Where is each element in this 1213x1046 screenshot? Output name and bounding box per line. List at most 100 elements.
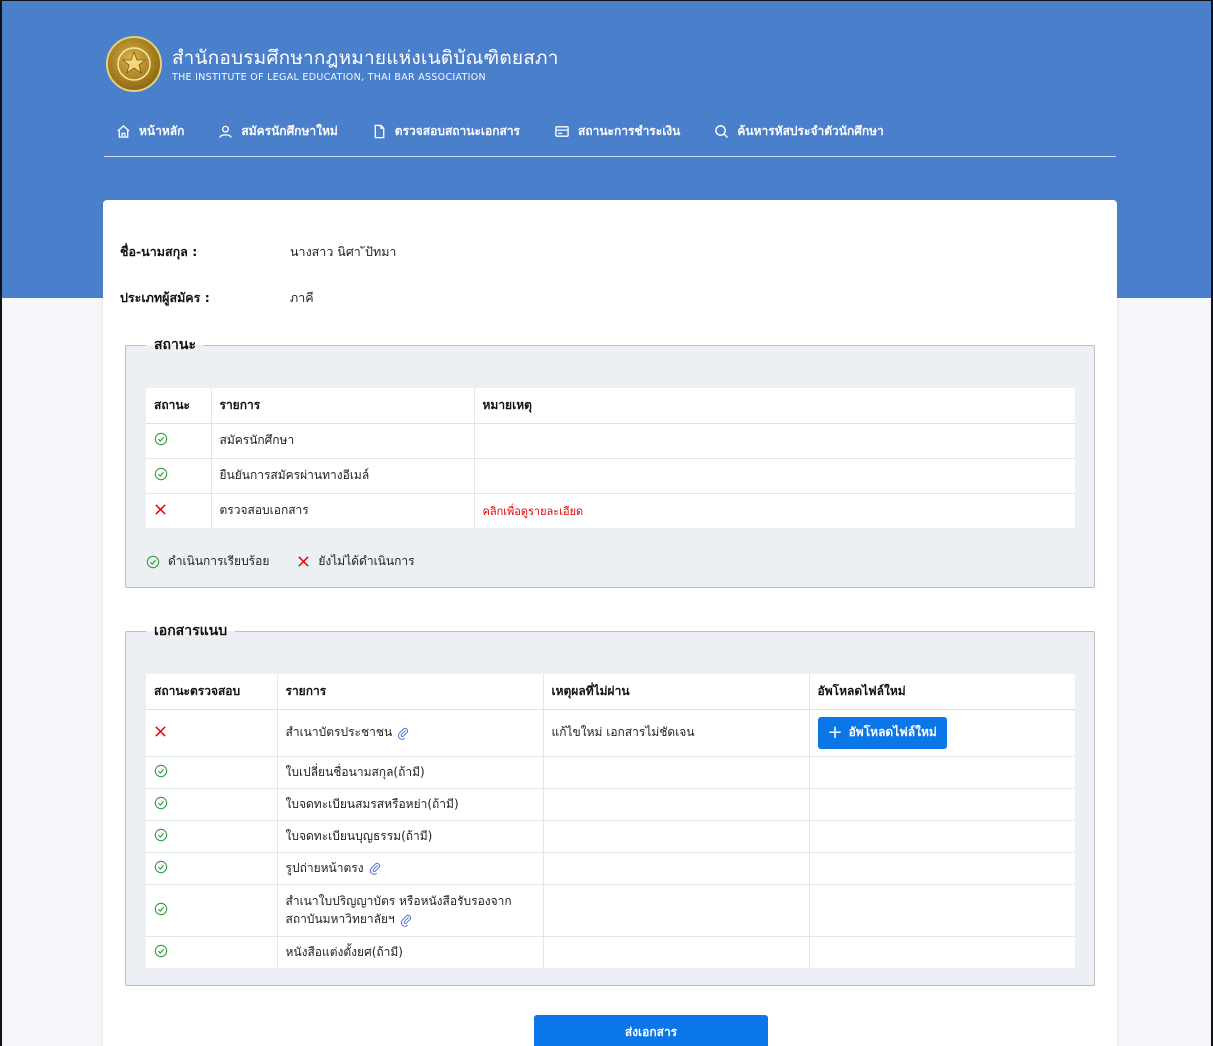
status-cell (146, 492, 211, 528)
brand[interactable]: สำนักอบรมศึกษากฎหมายแห่งเนติบัณฑิตยสภา T… (106, 36, 559, 92)
plus-icon: + (827, 721, 843, 743)
table-row: หนังสือแต่งตั้งยศ(ถ้ามี) (146, 935, 1075, 968)
att-col-reason: เหตุผลที่ไม่ผ่าน (542, 674, 809, 710)
legend-done: ดำเนินการเรียบร้อย (146, 552, 269, 571)
cross-icon (155, 504, 166, 515)
table-row: สำเนาใบปริญญาบัตร หรือหนังสือรับรองจาก ส… (146, 883, 1075, 936)
reason-cell (542, 883, 809, 936)
paperclip-icon[interactable] (368, 861, 382, 875)
nav-doc-status-label: ตรวจสอบสถานะเอกสาร (394, 124, 520, 138)
status-section: สถานะ สถานะ รายการ หมายเหตุ สมัครนักศึกษ… (125, 334, 1095, 588)
thai-bar-emblem-icon (106, 36, 162, 92)
status-cell (146, 883, 277, 936)
check-circle-icon (154, 467, 168, 481)
name-label: ชื่อ-นามสกุล : (120, 244, 198, 259)
view-details-link[interactable]: คลิกเพื่อดูรายละเอียด (483, 505, 584, 518)
nav-register[interactable]: สมัครนักศึกษาใหม่ (218, 122, 338, 141)
item-cell: ตรวจสอบเอกสาร (210, 492, 474, 528)
item-cell: สำเนาบัตรประชาชน (276, 708, 543, 756)
item-label-line2: สถาบันมหาวิทยาลัยฯ (285, 912, 395, 926)
document-icon (374, 124, 385, 139)
paperclip-icon[interactable] (399, 913, 413, 927)
upload-cell (808, 819, 1075, 852)
reason-cell (542, 935, 809, 968)
item-cell: หนังสือแต่งตั้งยศ(ถ้ามี) (276, 935, 543, 968)
applicant-name-row: ชื่อ-นามสกุล : นางสาว นิศา ัปัทมา (120, 242, 396, 262)
nav-register-label: สมัครนักศึกษาใหม่ (241, 124, 338, 138)
table-row: รูปถ่ายหน้าตรง (146, 851, 1075, 884)
att-col-upload: อัพโหลดไฟล์ใหม่ (808, 674, 1075, 710)
status-cell (146, 422, 211, 458)
reason-cell (542, 755, 809, 788)
note-cell (473, 457, 1075, 493)
main-nav: หน้าหลัก สมัครนักศึกษาใหม่ ตรวจสอบสถานะเ… (116, 122, 918, 141)
status-cell (146, 708, 277, 756)
item-cell: สำเนาใบปริญญาบัตร หรือหนังสือรับรองจาก ส… (276, 883, 543, 936)
submit-documents-button[interactable]: ส่งเอกสาร (534, 1015, 768, 1046)
status-col-item: รายการ (210, 388, 474, 424)
type-value: ภาคี (290, 290, 314, 305)
upload-button-label: อัพโหลดไฟล์ใหม่ (848, 725, 937, 739)
attachments-section: เอกสารแนบ สถานะตรวจสอบ รายการ เหตุผลที่ไ… (125, 620, 1095, 986)
item-cell: ใบเปลี่ยนชื่อนามสกุล(ถ้ามี) (276, 755, 543, 788)
item-cell: ใบจดทะเบียนสมรสหรือหย่า(ถ้ามี) (276, 787, 543, 820)
status-col-status: สถานะ (146, 388, 211, 424)
item-cell: สมัครนักศึกษา (210, 422, 474, 458)
table-row: สำเนาบัตรประชาชน แก้ไขใหม่ เอกสารไม่ชัดเ… (146, 708, 1075, 756)
home-icon (117, 124, 130, 138)
table-row: ยืนยันการสมัครผ่านทางอีเมล์ (146, 457, 1075, 493)
att-col-status: สถานะตรวจสอบ (146, 674, 277, 710)
reason-cell: แก้ไขใหม่ เอกสารไม่ชัดเจน (542, 708, 809, 756)
paperclip-icon[interactable] (396, 726, 410, 740)
table-row: ใบจดทะเบียนบุญธรรม(ถ้ามี) (146, 819, 1075, 852)
reason-cell (542, 851, 809, 884)
check-circle-icon (154, 796, 168, 809)
check-circle-icon (154, 902, 168, 915)
note-cell: คลิกเพื่อดูรายละเอียด (473, 492, 1075, 528)
org-name-en: THE INSTITUTE OF LEGAL EDUCATION, THAI B… (172, 71, 486, 83)
check-circle-icon (154, 828, 168, 841)
type-label: ประเภทผู้สมัคร : (120, 290, 210, 305)
upload-cell (808, 883, 1075, 936)
table-row: ตรวจสอบเอกสาร คลิกเพื่อดูรายละเอียด (146, 492, 1075, 528)
cross-icon (155, 725, 166, 737)
name-value: นางสาว นิศา ัปัทมา (290, 244, 397, 259)
check-circle-icon (154, 764, 168, 777)
nav-home-label: หน้าหลัก (139, 124, 185, 138)
reason-cell (542, 819, 809, 852)
legend-pending-label: ยังไม่ได้ดำเนินการ (318, 554, 415, 568)
status-cell (146, 935, 277, 968)
status-section-title: สถานะ (154, 337, 196, 353)
nav-divider (104, 156, 1116, 157)
table-row: ใบเปลี่ยนชื่อนามสกุล(ถ้ามี) (146, 755, 1075, 788)
legend-pending: ยังไม่ได้ดำเนินการ (297, 552, 415, 571)
upload-cell (808, 935, 1075, 968)
content-card: ชื่อ-นามสกุล : นางสาว นิศา ัปัทมา ประเภท… (103, 200, 1117, 1046)
nav-home[interactable]: หน้าหลัก (116, 122, 184, 141)
status-col-note: หมายเหตุ (473, 388, 1075, 424)
table-row: ใบจดทะเบียนสมรสหรือหย่า(ถ้ามี) (146, 787, 1075, 820)
attachments-section-title: เอกสารแนบ (154, 623, 228, 639)
nav-payment[interactable]: สถานะการชำระเงิน (554, 122, 680, 141)
item-cell: ใบจดทะเบียนบุญธรรม(ถ้ามี) (276, 819, 543, 852)
legend-done-label: ดำเนินการเรียบร้อย (168, 554, 270, 568)
status-cell (146, 851, 277, 884)
attachments-table: สถานะตรวจสอบ รายการ เหตุผลที่ไม่ผ่าน อัพ… (146, 674, 1075, 968)
user-icon (219, 125, 233, 138)
status-table: สถานะ รายการ หมายเหตุ สมัครนักศึกษา ยืนย… (146, 388, 1075, 528)
status-cell (146, 819, 277, 852)
check-circle-icon (146, 555, 160, 568)
upload-cell (808, 851, 1075, 884)
nav-search-id-label: ค้นหารหัสประจำตัวนักศึกษา (737, 124, 884, 138)
applicant-type-row: ประเภทผู้สมัคร : ภาคี (120, 288, 314, 308)
upload-cell (808, 787, 1075, 820)
nav-doc-status[interactable]: ตรวจสอบสถานะเอกสาร (372, 122, 520, 141)
check-circle-icon (154, 860, 168, 873)
nav-search-id[interactable]: ค้นหารหัสประจำตัวนักศึกษา (714, 122, 884, 141)
org-name-th: สำนักอบรมศึกษากฎหมายแห่งเนติบัณฑิตยสภา (172, 46, 559, 69)
reason-cell (542, 787, 809, 820)
status-legend: ดำเนินการเรียบร้อย ยังไม่ได้ดำเนินการ (146, 552, 443, 571)
table-row: สมัครนักศึกษา (146, 422, 1075, 458)
nav-payment-label: สถานะการชำระเงิน (578, 124, 681, 138)
upload-new-file-button[interactable]: + อัพโหลดไฟล์ใหม่ (817, 716, 947, 749)
